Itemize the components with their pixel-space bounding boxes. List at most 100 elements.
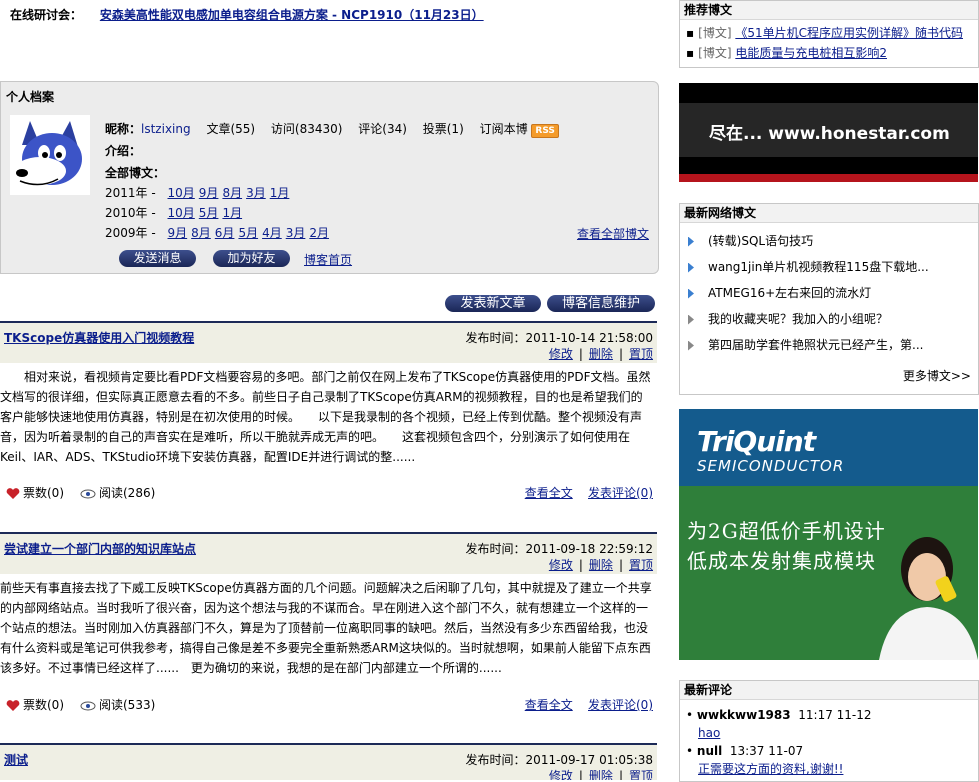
archive-month-link[interactable]: 5月 (238, 226, 258, 240)
arrow-icon (688, 288, 694, 299)
archive-row-2011: 2011年 - 10月 9月 8月 3月 1月 (105, 183, 559, 203)
arrow-icon (688, 314, 694, 325)
post-excerpt: 相对来说，看视频肯定要比看PDF文档要容易的多吧。部门之前仅在网上发布了TKSc… (0, 370, 651, 464)
recommended-link[interactable]: 《51单片机C程序应用实例详解》随书代码 (735, 26, 963, 40)
new-post-button[interactable]: 发表新文章 (445, 295, 541, 312)
ad-line-2: 低成本发射集成模块 (687, 549, 876, 573)
intro-label: 介绍： (105, 144, 142, 158)
honestar-banner-ad[interactable]: 尽在... www.honestar.com (679, 83, 978, 182)
post-comment-link[interactable]: 发表评论(0) (588, 698, 653, 712)
post-date: 发布时间：2011-09-17 01:05:38 (465, 753, 653, 767)
profile-info: 昵称：lstzixing 文章(55) 访问(83430) 评论(34) 投票(… (105, 119, 559, 243)
post-header: TKScope仿真器使用入门视频教程 发布时间：2011-10-14 21:58… (0, 321, 657, 363)
recommended-title: 推荐博文 (680, 1, 978, 20)
post-votes: 票数(0) (6, 484, 64, 501)
visit-count: 访问(83430) (270, 122, 343, 136)
archive-month-link[interactable]: 1月 (270, 186, 290, 200)
reads-count: 阅读(533) (99, 698, 156, 712)
read-more-link[interactable]: 查看全文 (525, 698, 573, 712)
archive-month-link[interactable]: 10月 (168, 186, 195, 200)
blog-post: 尝试建立一个部门内部的知识库站点 发布时间：2011-09-18 22:59:1… (0, 532, 657, 732)
archive-year: 2009年 - (105, 226, 156, 240)
latest-post-link[interactable]: ATMEG16+左右来回的流水灯 (708, 286, 871, 300)
post-header: 测试 发布时间：2011-09-17 01:05:38 修改 | 删除 | 置顶 (0, 743, 657, 780)
blog-post: 测试 发布时间：2011-09-17 01:05:38 修改 | 删除 | 置顶 (0, 743, 657, 780)
latest-post-link[interactable]: (转载)SQL语句技巧 (708, 234, 813, 248)
archive-month-link[interactable]: 5月 (199, 206, 219, 220)
arrow-icon (688, 262, 694, 273)
list-item: • wwkkww1983 11:17 11-12 hao (686, 706, 978, 742)
avatar (10, 115, 90, 195)
delete-link[interactable]: 删除 (589, 769, 613, 780)
archive-month-link[interactable]: 9月 (168, 226, 188, 240)
archive-month-link[interactable]: 10月 (168, 206, 195, 220)
latest-post-link[interactable]: wang1jin单片机视频教程115盘下载地... (708, 260, 929, 274)
edit-link[interactable]: 修改 (549, 347, 573, 361)
latest-post-link[interactable]: 第四届助学套件艳照状元已经产生，第... (708, 338, 923, 352)
profile-stats: 昵称：lstzixing 文章(55) 访问(83430) 评论(34) 投票(… (105, 119, 559, 139)
recent-comments-box: 最新评论 • wwkkww1983 11:17 11-12 hao • null… (679, 680, 979, 782)
archive-month-link[interactable]: 8月 (191, 226, 211, 240)
fox-avatar-icon (14, 121, 82, 186)
pin-top-link[interactable]: 置顶 (629, 769, 653, 780)
list-item: wang1jin单片机视频教程115盘下载地... (688, 257, 978, 283)
votes-count: 票数(0) (23, 698, 64, 712)
arrow-icon (688, 340, 694, 351)
delete-link[interactable]: 删除 (589, 347, 613, 361)
latest-post-link[interactable]: 我的收藏夹呢？我加入的小组呢？ (708, 312, 888, 326)
read-eye-icon (80, 489, 96, 498)
triquint-banner-ad[interactable]: TriQuint SEMICONDUCTOR 为2G超低价手机设计 低成本发射集… (679, 409, 978, 660)
edit-link[interactable]: 修改 (549, 558, 573, 572)
archive-month-link[interactable]: 1月 (222, 206, 242, 220)
pin-top-link[interactable]: 置顶 (629, 347, 653, 361)
comments-title: 最新评论 (680, 681, 978, 700)
post-comment-link[interactable]: 发表评论(0) (588, 486, 653, 500)
post-title-link[interactable]: 尝试建立一个部门内部的知识库站点 (4, 540, 196, 557)
edit-link[interactable]: 修改 (549, 769, 573, 780)
comment-link[interactable]: 正需要这方面的资料,谢谢!! (686, 760, 978, 778)
nickname[interactable]: lstzixing (141, 122, 191, 136)
post-date: 发布时间：2011-10-14 21:58:00 (465, 331, 653, 345)
archive-month-link[interactable]: 6月 (215, 226, 235, 240)
comment-time: 13:37 11-07 (729, 744, 804, 758)
post-header: 尝试建立一个部门内部的知识库站点 发布时间：2011-09-18 22:59:1… (0, 532, 657, 574)
woman-phone-image (879, 537, 978, 660)
blog-home-link[interactable]: 博客首页 (304, 251, 352, 268)
post-actions: 修改 | 删除 | 置顶 (549, 767, 653, 780)
rss-icon[interactable]: RSS (531, 124, 559, 138)
post-title-link[interactable]: TKScope仿真器使用入门视频教程 (4, 329, 194, 346)
arrow-icon (688, 236, 694, 247)
list-item: (转载)SQL语句技巧 (688, 231, 978, 257)
archive-month-link[interactable]: 2月 (309, 226, 329, 240)
ad-line-1: 为2G超低价手机设计 (687, 519, 886, 543)
list-item: 第四届助学套件艳照状元已经产生，第... (688, 335, 978, 361)
more-posts-link[interactable]: 更多博文>> (903, 367, 971, 384)
archive-year: 2011年 - (105, 186, 156, 200)
pin-top-link[interactable]: 置顶 (629, 558, 653, 572)
view-all-posts-link[interactable]: 查看全部博文 (577, 225, 649, 242)
add-friend-button[interactable]: 加为好友 (213, 250, 290, 267)
blog-maintenance-button[interactable]: 博客信息维护 (547, 295, 655, 312)
post-reads: 阅读(533) (80, 696, 155, 713)
archive-month-link[interactable]: 3月 (246, 186, 266, 200)
archive-month-link[interactable]: 8月 (222, 186, 242, 200)
delete-link[interactable]: 删除 (589, 558, 613, 572)
archive-year: 2010年 - (105, 206, 156, 220)
archive-month-link[interactable]: 4月 (262, 226, 282, 240)
item-tag: [博文] (698, 26, 732, 40)
list-item: • null 13:37 11-07 正需要这方面的资料,谢谢!! (686, 742, 978, 778)
comment-link[interactable]: hao (686, 724, 978, 742)
recommended-link[interactable]: 电能质量与充电桩相互影响2 (735, 46, 887, 60)
recommended-posts-box: 推荐博文 ▪ [博文] 《51单片机C程序应用实例详解》随书代码 ▪ [博文] 电能… (679, 0, 979, 68)
blog-post: TKScope仿真器使用入门视频教程 发布时间：2011-10-14 21:58… (0, 321, 657, 521)
archive-month-link[interactable]: 3月 (286, 226, 306, 240)
seminar-link[interactable]: 安森美高性能双电感加单电容组合电源方案 - NCP1910（11月23日） (100, 8, 484, 22)
archive-month-link[interactable]: 9月 (199, 186, 219, 200)
send-message-button[interactable]: 发送消息 (119, 250, 196, 267)
item-tag: [博文] (698, 46, 732, 60)
post-reads: 阅读(286) (80, 484, 155, 501)
seminar-line: 在线研讨会： 安森美高性能双电感加单电容组合电源方案 - NCP1910（11月… (10, 6, 484, 23)
post-title-link[interactable]: 测试 (4, 751, 28, 768)
read-more-link[interactable]: 查看全文 (525, 486, 573, 500)
post-footer-links: 查看全文 发表评论(0) (525, 484, 653, 501)
